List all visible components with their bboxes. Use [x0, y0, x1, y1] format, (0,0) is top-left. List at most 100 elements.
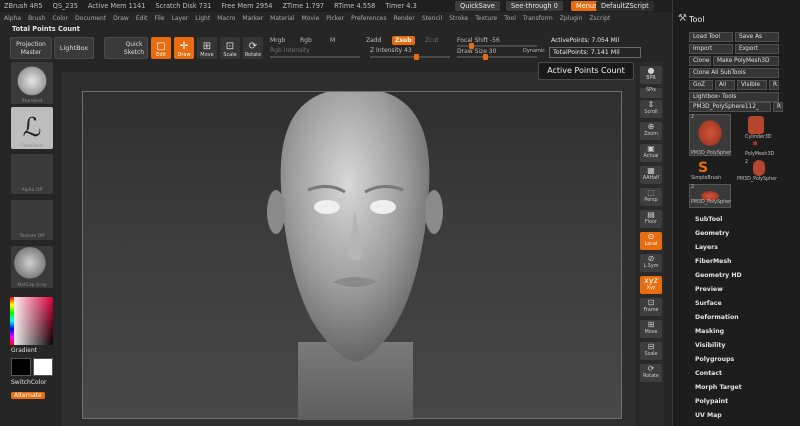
shelf-floor-button[interactable]: ▤ Floor	[640, 210, 662, 228]
scale-button[interactable]: ⊡ Scale	[220, 37, 240, 59]
simplebrush-icon[interactable]: S	[698, 160, 708, 176]
hue-strip[interactable]	[10, 297, 14, 345]
menu-draw[interactable]: Draw	[113, 15, 129, 22]
menu-brush[interactable]: Brush	[28, 15, 45, 22]
menu-marker[interactable]: Marker	[242, 15, 263, 22]
section-morph-target[interactable]: Morph Target	[695, 384, 742, 391]
rgb-button[interactable]: Rgb	[300, 37, 312, 44]
menu-preferences[interactable]: Preferences	[351, 15, 386, 22]
move-button[interactable]: ⊞ Move	[197, 37, 217, 59]
menu-zscript[interactable]: Zscript	[589, 15, 610, 22]
menu-material[interactable]: Material	[270, 15, 294, 22]
menu-light[interactable]: Light	[195, 15, 210, 22]
clone-button[interactable]: Clone	[689, 56, 711, 66]
section-surface[interactable]: Surface	[695, 300, 722, 307]
shelf-spix-button[interactable]: SPix	[640, 88, 662, 98]
current-tool-r-button[interactable]: R	[773, 102, 783, 112]
dynamic-button[interactable]: Dynamic	[523, 48, 545, 54]
menu-movie[interactable]: Movie	[302, 15, 320, 22]
menu-texture[interactable]: Texture	[475, 15, 497, 22]
goz-all-button[interactable]: All	[715, 80, 735, 90]
shelf-move-button[interactable]: ⊞ Move	[640, 320, 662, 338]
lightbox-button[interactable]: LightBox	[54, 37, 94, 59]
menu-picker[interactable]: Picker	[326, 15, 344, 22]
goz-button[interactable]: GoZ	[689, 80, 713, 90]
section-subtool[interactable]: SubTool	[695, 216, 722, 223]
z-intensity-knob[interactable]	[414, 54, 419, 60]
shelf-scale-button[interactable]: ⊟ Scale	[640, 342, 662, 360]
menu-stencil[interactable]: Stencil	[422, 15, 442, 22]
m-button[interactable]: M	[330, 37, 335, 44]
menu-alpha[interactable]: Alpha	[4, 15, 21, 22]
section-contact[interactable]: Contact	[695, 370, 722, 377]
edit-button[interactable]: ▢ Edit	[151, 37, 171, 59]
zsub-button[interactable]: Zsub	[392, 36, 415, 45]
section-deformation[interactable]: Deformation	[695, 314, 739, 321]
mrgb-button[interactable]: Mrgb	[270, 37, 285, 44]
cylinder3d-thumb[interactable]	[748, 116, 764, 134]
main-color-swatch[interactable]	[11, 358, 31, 376]
save-as-button[interactable]: Save As	[735, 32, 779, 42]
draw-size-knob[interactable]	[483, 54, 488, 60]
zcut-button[interactable]: Zcut	[425, 37, 439, 44]
shelf-bpr-button[interactable]: ● BPR	[640, 66, 662, 84]
section-polypaint[interactable]: Polypaint	[695, 398, 728, 405]
section-layers[interactable]: Layers	[695, 244, 718, 251]
gradient-label[interactable]: Gradient	[11, 347, 37, 354]
menu-macro[interactable]: Macro	[217, 15, 235, 22]
make-polymesh-button[interactable]: Make PolyMesh3D	[713, 56, 779, 66]
section-preview[interactable]: Preview	[695, 286, 723, 293]
section-uv-map[interactable]: UV Map	[695, 412, 722, 419]
shelf-scroll-button[interactable]: ⇕ Scroll	[640, 100, 662, 118]
shelf-persp-button[interactable]: ⬚ Persp	[640, 188, 662, 206]
goz-visible-button[interactable]: Visible	[737, 80, 767, 90]
load-tool-button[interactable]: Load Tool	[689, 32, 733, 42]
rgb-intensity-slider[interactable]	[270, 56, 360, 58]
menu-edit[interactable]: Edit	[136, 15, 148, 22]
menu-color[interactable]: Color	[52, 15, 68, 22]
rotate-button[interactable]: ⟳ Rotate	[243, 37, 263, 59]
shelf-l-sym-button[interactable]: ⊘ L.Sym	[640, 254, 662, 272]
alternate-button[interactable]: Alternate	[11, 392, 45, 399]
polysphere-thumb-small[interactable]	[753, 160, 765, 176]
switch-color-button[interactable]: SwitchColor	[11, 379, 47, 386]
section-visibility[interactable]: Visibility	[695, 342, 725, 349]
zadd-button[interactable]: Zadd	[366, 37, 381, 44]
tool-thumb-pm3d-polysphere[interactable]	[689, 114, 731, 156]
section-masking[interactable]: Masking	[695, 328, 724, 335]
shelf-rotate-button[interactable]: ⟳ Rotate	[640, 364, 662, 382]
quicksave-button[interactable]: QuickSave	[455, 1, 500, 11]
viewport-canvas[interactable]	[82, 88, 622, 420]
polymesh3d-star-icon[interactable]: ✶	[751, 139, 759, 150]
draw-size-slider[interactable]	[457, 54, 537, 60]
matcap-thumb[interactable]	[11, 246, 53, 288]
focal-shift-slider[interactable]	[457, 43, 537, 49]
menu-stroke[interactable]: Stroke	[449, 15, 468, 22]
import-button[interactable]: Import	[689, 44, 733, 54]
z-intensity-slider[interactable]	[370, 54, 450, 60]
color-picker[interactable]	[11, 297, 53, 345]
clone-all-subtools-button[interactable]: Clone All SubTools	[689, 68, 779, 78]
menu-zplugin[interactable]: Zplugin	[560, 15, 583, 22]
menu-tool[interactable]: Tool	[504, 15, 516, 22]
shelf-local-button[interactable]: ⊙ Local	[640, 232, 662, 250]
current-tool-selector[interactable]: PM3D_PolySphere112_	[689, 102, 771, 112]
section-geometry-hd[interactable]: Geometry HD	[695, 272, 742, 279]
section-polygroups[interactable]: Polygroups	[695, 356, 734, 363]
menu-transform[interactable]: Transform	[523, 15, 553, 22]
draw-button[interactable]: ✛ Draw	[174, 37, 194, 59]
see-through-slider[interactable]: See-through 0	[506, 1, 563, 11]
freehand-stroke-thumb[interactable]: ℒ	[11, 107, 53, 149]
menu-file[interactable]: File	[154, 15, 164, 22]
projection-master-button[interactable]: Projection Master	[10, 37, 52, 59]
secondary-color-swatch[interactable]	[33, 358, 53, 376]
menu-render[interactable]: Render	[393, 15, 414, 22]
lightbox-tools-button[interactable]: Lightbox› Tools	[689, 92, 779, 102]
shelf-actual-button[interactable]: ▣ Actual	[640, 144, 662, 162]
shelf-aahalf-button[interactable]: ▦ AAHalf	[640, 166, 662, 184]
section-geometry[interactable]: Geometry	[695, 230, 729, 237]
menu-layer[interactable]: Layer	[172, 15, 189, 22]
menu-document[interactable]: Document	[75, 15, 106, 22]
standard-brush-thumb[interactable]	[11, 62, 53, 104]
shelf-xyz-button[interactable]: xyz Xyz	[640, 276, 662, 294]
